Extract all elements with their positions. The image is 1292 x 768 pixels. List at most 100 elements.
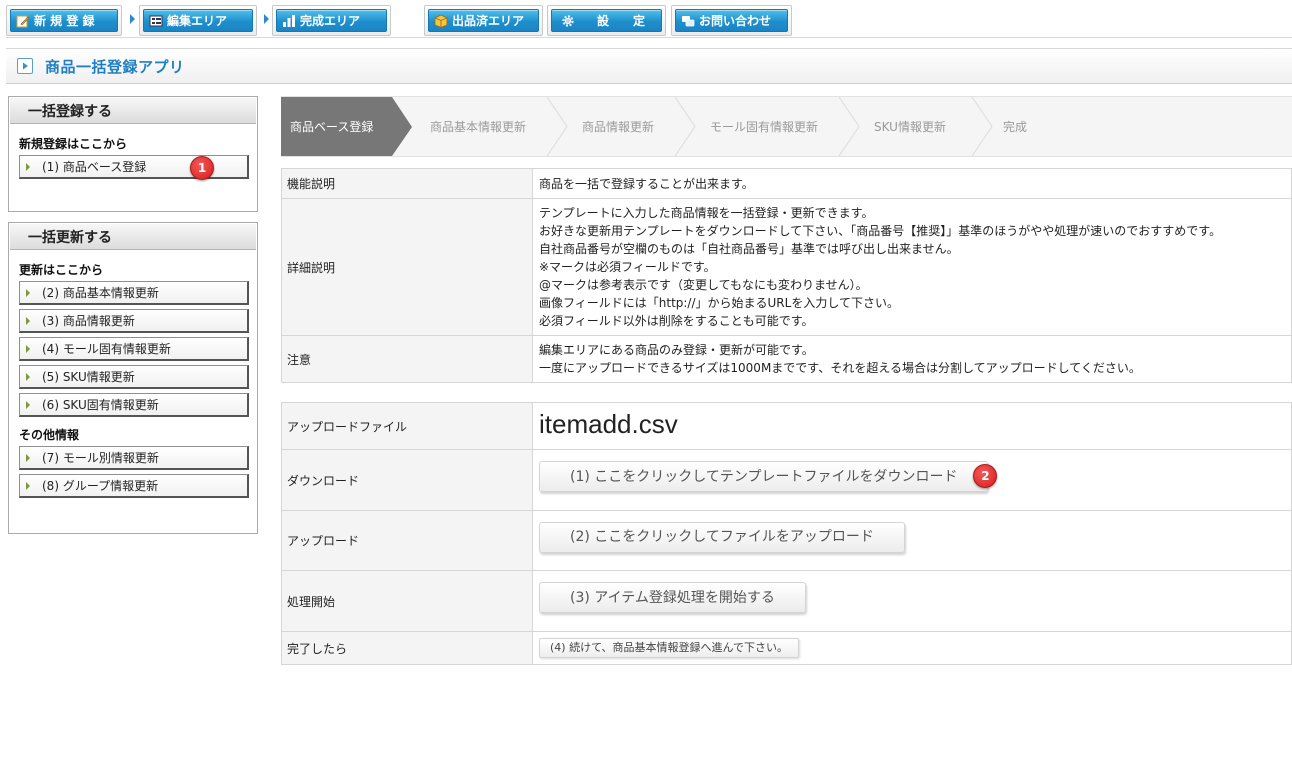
list-icon — [149, 14, 163, 28]
sidebar-item-label: (7) モール別情報更新 — [42, 451, 159, 465]
step-complete: 完成 — [1003, 120, 1028, 134]
nav-settings-button[interactable]: 設 定 — [547, 5, 666, 36]
table-row: 機能説明 商品を一括で登録することが出来ます。 — [281, 168, 1292, 199]
nav-settings-label: 設 定 — [597, 14, 646, 28]
upload-label: アップロード — [281, 510, 533, 571]
step-sku-info-update: SKU情報更新 — [874, 120, 946, 134]
text-line: テンプレートに入力した商品情報を一括登録・更新できます。 — [539, 206, 874, 220]
sidebar-item-product-base-register[interactable]: (1) 商品ベース登録 1 — [19, 155, 249, 180]
sidebar-item-label: (1) 商品ベース登録 — [42, 160, 147, 174]
sidebar-register-panel: 一括登録する 新規登録はここから (1) 商品ベース登録 1 — [8, 96, 258, 212]
nav-complete-area-button[interactable]: 完成エリア — [272, 5, 391, 36]
play-icon — [17, 58, 33, 74]
sidebar-item-basic-info-update[interactable]: (2) 商品基本情報更新 — [19, 281, 249, 305]
done-cell: (4) 続けて、商品基本情報登録へ進んで下さい。 — [532, 631, 1292, 665]
chart-icon — [282, 14, 296, 28]
step-mall-info-update: モール固有情報更新 — [710, 120, 819, 134]
step-badge: 2 — [973, 464, 998, 489]
sidebar-item-label: (3) 商品情報更新 — [42, 314, 135, 328]
gear-icon — [561, 14, 575, 28]
table-row: ダウンロード (1) ここをクリックしてテンプレートファイルをダウンロード 2 — [281, 449, 1292, 511]
nav-listed-area-label: 出品済エリア — [452, 14, 525, 28]
triangle-right-icon — [26, 481, 30, 490]
progress-steps: 商品ベース登録 商品基本情報更新 商品情報更新 モール固有情報更新 SKU情報更… — [281, 96, 1292, 157]
table-row: アップロードファイル itemadd.csv — [281, 402, 1292, 450]
triangle-right-icon — [26, 316, 30, 325]
sidebar-item-group-info-update[interactable]: (8) グループ情報更新 — [19, 474, 249, 498]
nav-new-register-button[interactable]: 新 規 登 録 — [6, 5, 122, 36]
triangle-right-icon — [26, 344, 30, 353]
sidebar-item-label: (5) SKU情報更新 — [42, 370, 135, 384]
process-label: 処理開始 — [281, 570, 533, 632]
sidebar-item-label: (4) モール固有情報更新 — [42, 342, 171, 356]
sidebar-update-panel: 一括更新する 更新はここから (2) 商品基本情報更新 (3) 商品情報更新 (… — [8, 222, 258, 534]
upload-file-cell: itemadd.csv — [532, 402, 1292, 450]
step-chevron-icon — [674, 97, 696, 156]
triangle-right-icon — [26, 162, 30, 171]
upload-file-label: アップロードファイル — [281, 402, 533, 450]
top-navigation: 新 規 登 録 編集エリア 完成エリア 出品済エリア 設 定 お問い合わせ — [0, 0, 1292, 38]
notice-description: 編集エリアにある商品のみ登録・更新が可能です。 一度にアップロードできるサイズは… — [532, 335, 1292, 383]
pencil-icon — [16, 14, 30, 28]
upload-cell: (2) ここをクリックしてファイルをアップロード — [532, 510, 1292, 571]
download-label: ダウンロード — [281, 449, 533, 511]
table-row: 処理開始 (3) アイテム登録処理を開始する — [281, 570, 1292, 632]
nav-listed-area-button[interactable]: 出品済エリア — [424, 5, 543, 36]
triangle-right-icon — [26, 400, 30, 409]
download-template-label: (1) ここをクリックしてテンプレートファイルをダウンロード — [570, 468, 958, 485]
triangle-right-icon — [26, 453, 30, 462]
page-title-bar: 商品一括登録アプリ — [6, 48, 1292, 84]
upload-table: アップロードファイル itemadd.csv ダウンロード (1) ここをクリッ… — [281, 402, 1292, 665]
sidebar-update-subheading: 更新はここから — [19, 263, 104, 277]
info-table: 機能説明 商品を一括で登録することが出来ます。 詳細説明 テンプレートに入力した… — [281, 168, 1292, 383]
start-process-label: (3) アイテム登録処理を開始する — [570, 589, 775, 606]
step-badge: 1 — [190, 156, 214, 180]
text-line: 自社商品番号が空欄のものは「自社商品番号」基準では呼び出し出来ません。 — [539, 242, 959, 256]
sidebar-item-product-info-update[interactable]: (3) 商品情報更新 — [19, 309, 249, 333]
sidebar-item-mall-info-update[interactable]: (4) モール固有情報更新 — [19, 337, 249, 361]
chat-icon — [681, 14, 695, 28]
step-chevron-icon — [971, 97, 993, 156]
step-chevron-icon — [838, 97, 860, 156]
upload-file-name: itemadd.csv — [539, 408, 678, 439]
step-product-info-update: 商品情報更新 — [582, 120, 655, 134]
text-line: 一度にアップロードできるサイズは1000Mまでです、それを超える場合は分割してア… — [539, 361, 1141, 375]
function-description: 商品を一括で登録することが出来ます。 — [532, 168, 1292, 199]
start-process-button[interactable]: (3) アイテム登録処理を開始する — [539, 582, 806, 614]
upload-file-button-label: (2) ここをクリックしてファイルをアップロード — [570, 529, 874, 546]
nav-edit-area-label: 編集エリア — [167, 14, 228, 28]
nav-arrow-icon — [264, 14, 269, 24]
done-label: 完了したら — [281, 631, 533, 665]
triangle-right-icon — [26, 288, 30, 297]
download-template-button[interactable]: (1) ここをクリックしてテンプレートファイルをダウンロード 2 — [539, 461, 998, 493]
step-product-base-register: 商品ベース登録 — [281, 97, 412, 156]
text-line: ※マークは必須フィールドです。 — [539, 260, 716, 274]
nav-complete-area-label: 完成エリア — [300, 14, 361, 28]
box-icon — [434, 14, 448, 28]
sidebar-item-label: (6) SKU固有情報更新 — [42, 398, 159, 412]
text-line: 画像フィールドには「http://」から始まるURLを入力して下さい。 — [539, 296, 899, 310]
next-step-button[interactable]: (4) 続けて、商品基本情報登録へ進んで下さい。 — [539, 638, 799, 658]
nav-contact-button[interactable]: お問い合わせ — [671, 5, 792, 36]
sidebar-other-subheading: その他情報 — [19, 428, 80, 442]
step-chevron-icon — [546, 97, 568, 156]
triangle-right-icon — [26, 372, 30, 381]
upload-file-button[interactable]: (2) ここをクリックしてファイルをアップロード — [539, 521, 905, 553]
sidebar-item-sku-specific-update[interactable]: (6) SKU固有情報更新 — [19, 393, 249, 417]
sidebar-item-label: (2) 商品基本情報更新 — [42, 286, 159, 300]
step-basic-info-update: 商品基本情報更新 — [430, 120, 527, 134]
text-line: 編集エリアにある商品のみ登録・更新が可能です。 — [539, 343, 814, 357]
notice-label: 注意 — [281, 335, 533, 383]
table-row: アップロード (2) ここをクリックしてファイルをアップロード — [281, 510, 1292, 571]
nav-edit-area-button[interactable]: 編集エリア — [139, 5, 257, 36]
sidebar-item-mall-specific-update[interactable]: (7) モール別情報更新 — [19, 446, 249, 470]
process-cell: (3) アイテム登録処理を開始する — [532, 570, 1292, 632]
function-label: 機能説明 — [281, 168, 533, 199]
download-cell: (1) ここをクリックしてテンプレートファイルをダウンロード 2 — [532, 449, 1292, 511]
table-row: 完了したら (4) 続けて、商品基本情報登録へ進んで下さい。 — [281, 631, 1292, 665]
sidebar-item-label: (8) グループ情報更新 — [42, 479, 159, 493]
sidebar-item-sku-info-update[interactable]: (5) SKU情報更新 — [19, 365, 249, 389]
sidebar-register-header: 一括登録する — [10, 98, 256, 124]
text-line: @マークは参考表示です（変更してもなにも変わりません）。 — [539, 278, 868, 292]
text-line: お好きな更新用テンプレートをダウンロードして下さい、「商品番号【推奨】」基準のほ… — [539, 224, 1222, 238]
